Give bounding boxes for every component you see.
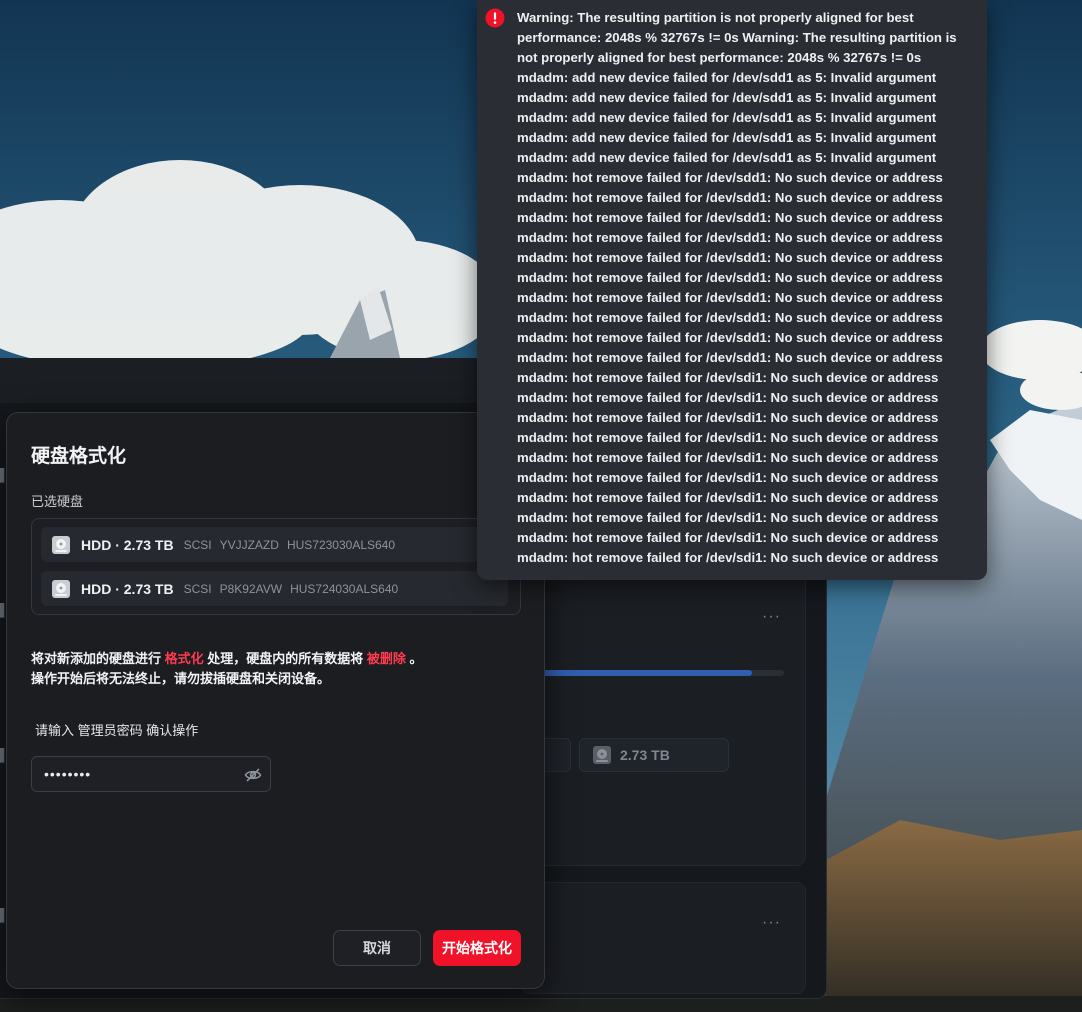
- error-message-line: mdadm: hot remove failed for /dev/sdd1: …: [517, 190, 943, 205]
- error-message-line: mdadm: hot remove failed for /dev/sdi1: …: [517, 370, 939, 385]
- error-message-line: mdadm: hot remove failed for /dev/sdd1: …: [517, 270, 943, 285]
- error-message-line: Warning: The resulting partition is not …: [517, 10, 914, 25]
- format-warning-text: 将对新添加的硬盘进行 格式化 处理，硬盘内的所有数据将 被删除 。 操作开始后将…: [31, 649, 531, 689]
- error-message-line: mdadm: add new device failed for /dev/sd…: [517, 150, 937, 165]
- disk-serial: P8K92AVW: [219, 581, 283, 596]
- start-format-button[interactable]: 开始格式化: [433, 930, 521, 966]
- disk-row: HDD · 2.73 TB SCSI P8K92AVW HUS724030ALS…: [41, 571, 508, 606]
- error-message-line: mdadm: hot remove failed for /dev/sdd1: …: [517, 290, 943, 305]
- hdd-icon: [52, 535, 70, 554]
- error-message-line: mdadm: hot remove failed for /dev/sdi1: …: [517, 450, 939, 465]
- disk-model: HUS724030ALS640: [290, 581, 399, 596]
- disk-name: HDD · 2.73 TB: [81, 580, 174, 597]
- storage-progress-fill: [540, 670, 753, 676]
- warning-highlight-format: 格式化: [164, 651, 204, 666]
- error-message-line: not properly aligned for best performanc…: [517, 50, 922, 65]
- error-message-line: mdadm: hot remove failed for /dev/sdi1: …: [517, 390, 939, 405]
- error-message-line: mdadm: hot remove failed for /dev/sdi1: …: [517, 470, 939, 485]
- error-message-line: mdadm: hot remove failed for /dev/sdi1: …: [517, 550, 939, 565]
- error-toast: Warning: The resulting partition is not …: [477, 0, 987, 580]
- error-message-line: mdadm: hot remove failed for /dev/sdd1: …: [517, 250, 943, 265]
- password-field[interactable]: ••••••••: [31, 756, 271, 792]
- error-message-line: mdadm: add new device failed for /dev/sd…: [517, 110, 937, 125]
- error-message-line: mdadm: hot remove failed for /dev/sdi1: …: [517, 530, 939, 545]
- disk-bus: SCSI: [183, 581, 212, 596]
- error-message-line: mdadm: hot remove failed for /dev/sdd1: …: [517, 310, 943, 325]
- background-storage-card: [520, 882, 806, 994]
- error-message-line: mdadm: hot remove failed for /dev/sdd1: …: [517, 350, 943, 365]
- disk-chip[interactable]: 2.73 TB: [579, 738, 729, 772]
- hdd-icon: [52, 579, 70, 598]
- password-prompt: 请输入 管理员密码 确认操作: [35, 723, 199, 738]
- error-message-line: mdadm: hot remove failed for /dev/sdi1: …: [517, 410, 939, 425]
- disk-bus: SCSI: [183, 537, 212, 552]
- dialog-title: 硬盘格式化: [31, 446, 127, 467]
- warning-line-2: 操作开始后将无法终止，请勿拔插硬盘和关闭设备。: [31, 671, 331, 686]
- error-message-line: mdadm: hot remove failed for /dev/sdi1: …: [517, 490, 939, 505]
- disk-name: HDD · 2.73 TB: [81, 536, 174, 553]
- more-options-icon[interactable]: ···: [762, 608, 781, 626]
- cancel-button[interactable]: 取消: [333, 930, 421, 966]
- error-message-line: mdadm: add new device failed for /dev/sd…: [517, 70, 937, 85]
- error-message-line: mdadm: hot remove failed for /dev/sdd1: …: [517, 230, 943, 245]
- error-message-line: mdadm: hot remove failed for /dev/sdd1: …: [517, 330, 943, 345]
- error-message-line: mdadm: hot remove failed for /dev/sdi1: …: [517, 430, 939, 445]
- disk-model: HUS723030ALS640: [286, 537, 396, 552]
- warning-text-part: 。: [405, 651, 423, 666]
- error-message-line: performance: 2048s % 32767s != 0s Warnin…: [517, 30, 957, 45]
- error-message-line: mdadm: hot remove failed for /dev/sdi1: …: [517, 510, 939, 525]
- storage-progress-bar: [540, 670, 784, 676]
- error-message-line: mdadm: hot remove failed for /dev/sdd1: …: [517, 170, 943, 185]
- error-icon: [485, 8, 505, 28]
- error-message: Warning: The resulting partition is not …: [517, 8, 975, 568]
- selected-disk-list: HDD · 2.73 TB SCSI YVJJZAZD HUS723030ALS…: [31, 518, 521, 615]
- warning-text-part: 处理，硬盘内的所有数据将: [203, 651, 367, 666]
- warning-highlight-delete: 被删除: [366, 651, 406, 666]
- selected-disks-label: 已选硬盘: [31, 494, 84, 509]
- disk-row: HDD · 2.73 TB SCSI YVJJZAZD HUS723030ALS…: [41, 527, 508, 562]
- error-message-line: mdadm: add new device failed for /dev/sd…: [517, 90, 937, 105]
- format-disk-dialog: 硬盘格式化 已选硬盘 HDD · 2.73 TB SCSI YVJJZAZD H…: [6, 412, 545, 989]
- more-options-icon[interactable]: ···: [762, 914, 781, 932]
- disk-chip-label: 2.73 TB: [620, 747, 670, 763]
- disk-serial: YVJJZAZD: [219, 537, 279, 552]
- eye-off-icon[interactable]: [244, 766, 262, 784]
- warning-text-part: 将对新添加的硬盘进行: [31, 651, 165, 666]
- hdd-icon: [593, 746, 611, 764]
- error-message-line: mdadm: hot remove failed for /dev/sdd1: …: [517, 210, 943, 225]
- password-value: ••••••••: [44, 766, 92, 782]
- error-message-line: mdadm: add new device failed for /dev/sd…: [517, 130, 937, 145]
